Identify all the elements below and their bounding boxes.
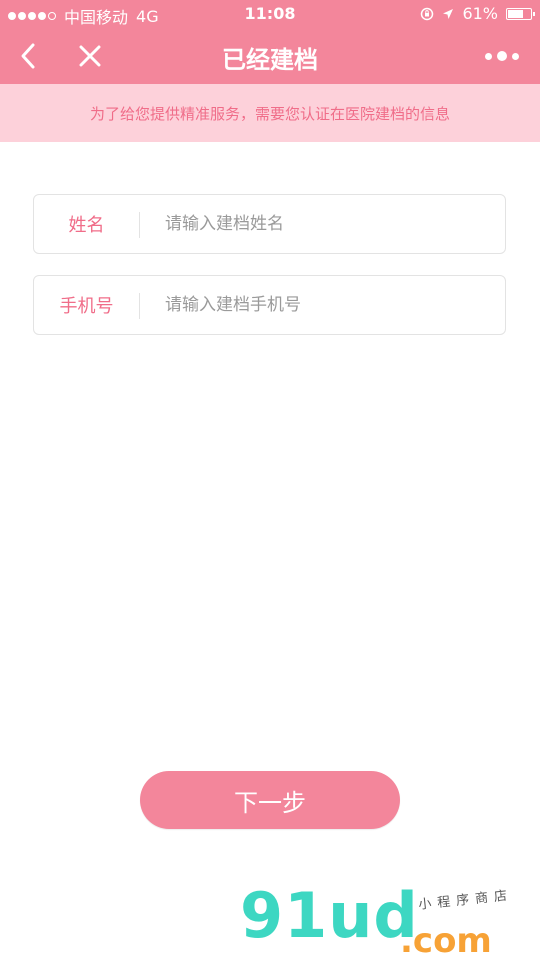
watermark-tagline: 小程序商店 [417,888,514,913]
battery-icon [506,7,535,20]
name-input[interactable] [165,195,485,253]
watermark-brand: 91ud [240,879,419,952]
more-dots-icon [485,51,519,61]
next-step-button[interactable]: 下一步 [140,771,400,829]
navigation-bar: 已经建档 [0,28,540,84]
location-arrow-icon [443,8,454,19]
notice-text: 为了给您提供精准服务，需要您认证在医院建档的信息 [89,104,450,123]
watermark-domain: .com [400,921,492,961]
field-divider [139,293,140,319]
more-options-button[interactable] [480,38,524,74]
orientation-lock-icon [421,7,434,20]
watermark-logo: 91ud 小程序商店 .com [240,879,540,961]
page-title: 已经建档 [222,46,318,74]
field-divider [139,212,140,238]
name-field: 姓名 [33,194,506,254]
phone-input[interactable] [165,276,485,334]
battery-percent: 61% [462,4,498,23]
status-right: 61% [420,4,535,23]
notice-banner: 为了给您提供精准服务，需要您认证在医院建档的信息 [0,84,540,142]
status-bar: 中国移动 4G 11:08 61% [0,0,540,28]
phone-field: 手机号 [33,275,506,335]
phone-label: 手机号 [59,296,114,317]
name-label: 姓名 [68,215,105,236]
